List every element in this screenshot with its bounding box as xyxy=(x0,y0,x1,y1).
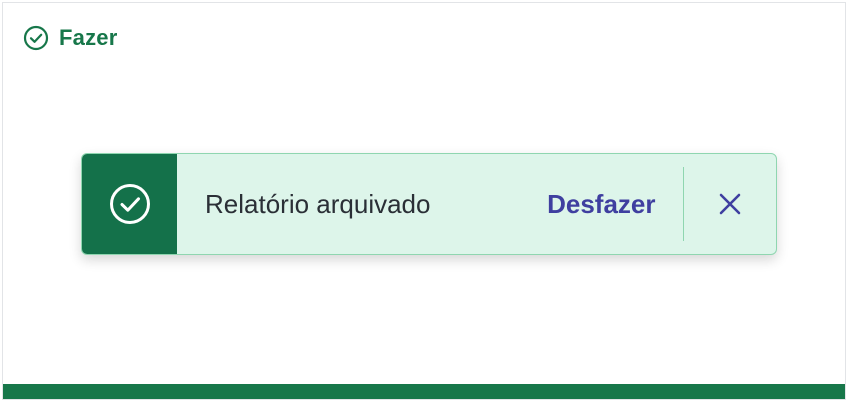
footer-bar xyxy=(3,384,845,399)
check-circle-icon xyxy=(23,25,49,51)
page-title: Fazer xyxy=(59,25,118,50)
check-circle-icon xyxy=(109,184,150,224)
close-icon xyxy=(719,193,741,215)
undo-button[interactable]: Desfazer xyxy=(547,189,655,220)
page-header: Fazer xyxy=(23,25,117,51)
success-toast: Relatório arquivado Desfazer xyxy=(81,153,777,255)
toast-message: Relatório arquivado xyxy=(205,188,431,219)
close-button[interactable] xyxy=(684,154,776,254)
page-frame: Fazer Relatório arquivado Desfazer xyxy=(2,2,846,400)
toast-status-panel xyxy=(82,154,177,254)
